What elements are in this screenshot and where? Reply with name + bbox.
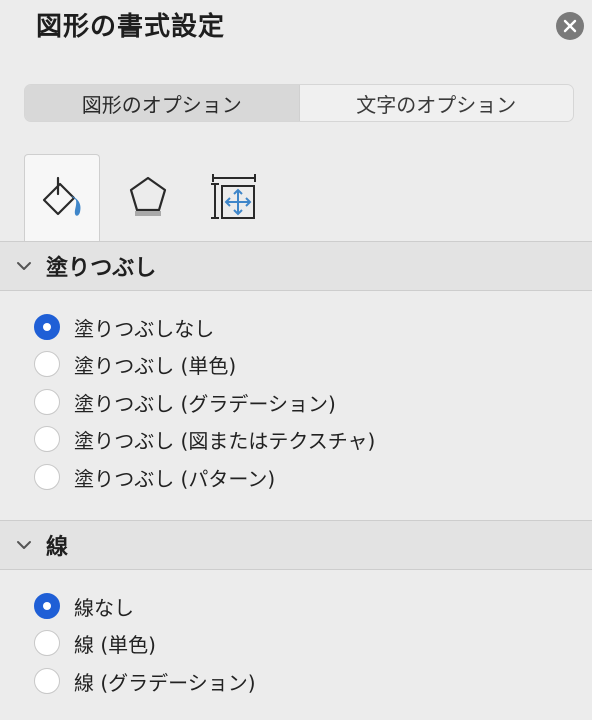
radio-fill-none[interactable]: 塗りつぶしなし: [34, 312, 214, 342]
radio-fill-solid[interactable]: 塗りつぶし (単色): [34, 349, 236, 379]
close-button[interactable]: [556, 12, 584, 40]
section-title-line: 線: [46, 535, 69, 560]
size-properties-icon: [211, 174, 256, 219]
radio-line-gradient[interactable]: 線 (グラデーション): [34, 666, 256, 696]
radio-button[interactable]: [34, 426, 60, 452]
chevron-down-icon: [17, 541, 31, 549]
tab-shape-options[interactable]: 図形のオプション: [25, 85, 299, 121]
radio-button[interactable]: [34, 314, 60, 340]
section-header-fill[interactable]: 塗りつぶし: [0, 241, 592, 291]
options-segmented-control: 図形のオプション 文字のオプション: [24, 84, 574, 122]
chevron-down-icon: [17, 262, 31, 270]
radio-label: 塗りつぶし (パターン): [74, 466, 276, 491]
radio-button[interactable]: [34, 464, 60, 490]
radio-button[interactable]: [34, 668, 60, 694]
radio-button[interactable]: [34, 593, 60, 619]
radio-label: 線 (単色): [74, 632, 156, 657]
tab-fill-and-line[interactable]: [24, 154, 100, 242]
tab-size-properties[interactable]: [196, 154, 272, 240]
section-title-fill: 塗りつぶし: [46, 256, 157, 281]
radio-label: 塗りつぶし (単色): [74, 353, 237, 378]
pentagon-icon: [129, 176, 167, 216]
radio-label: 塗りつぶしなし: [74, 316, 215, 341]
tab-text-options[interactable]: 文字のオプション: [298, 85, 573, 121]
radio-fill-pattern[interactable]: 塗りつぶし (パターン): [34, 462, 275, 492]
radio-line-solid[interactable]: 線 (単色): [34, 628, 156, 658]
tab-effects[interactable]: [110, 154, 186, 240]
close-icon: [563, 19, 577, 33]
radio-fill-picture-texture[interactable]: 塗りつぶし (図またはテクスチャ): [34, 424, 375, 454]
fill-bucket-icon: [42, 176, 81, 216]
radio-button[interactable]: [34, 630, 60, 656]
radio-line-none[interactable]: 線なし: [34, 591, 134, 621]
radio-label: 塗りつぶし (グラデーション): [74, 391, 336, 416]
radio-fill-gradient[interactable]: 塗りつぶし (グラデーション): [34, 387, 336, 417]
radio-label: 塗りつぶし (図またはテクスチャ): [74, 428, 376, 453]
radio-button[interactable]: [34, 351, 60, 377]
radio-label: 線なし: [74, 595, 134, 620]
section-header-line[interactable]: 線: [0, 520, 592, 570]
panel-title: 図形の書式設定: [36, 12, 226, 42]
icon-tab-bar: [0, 154, 592, 242]
radio-button[interactable]: [34, 389, 60, 415]
radio-label: 線 (グラデーション): [74, 670, 256, 695]
